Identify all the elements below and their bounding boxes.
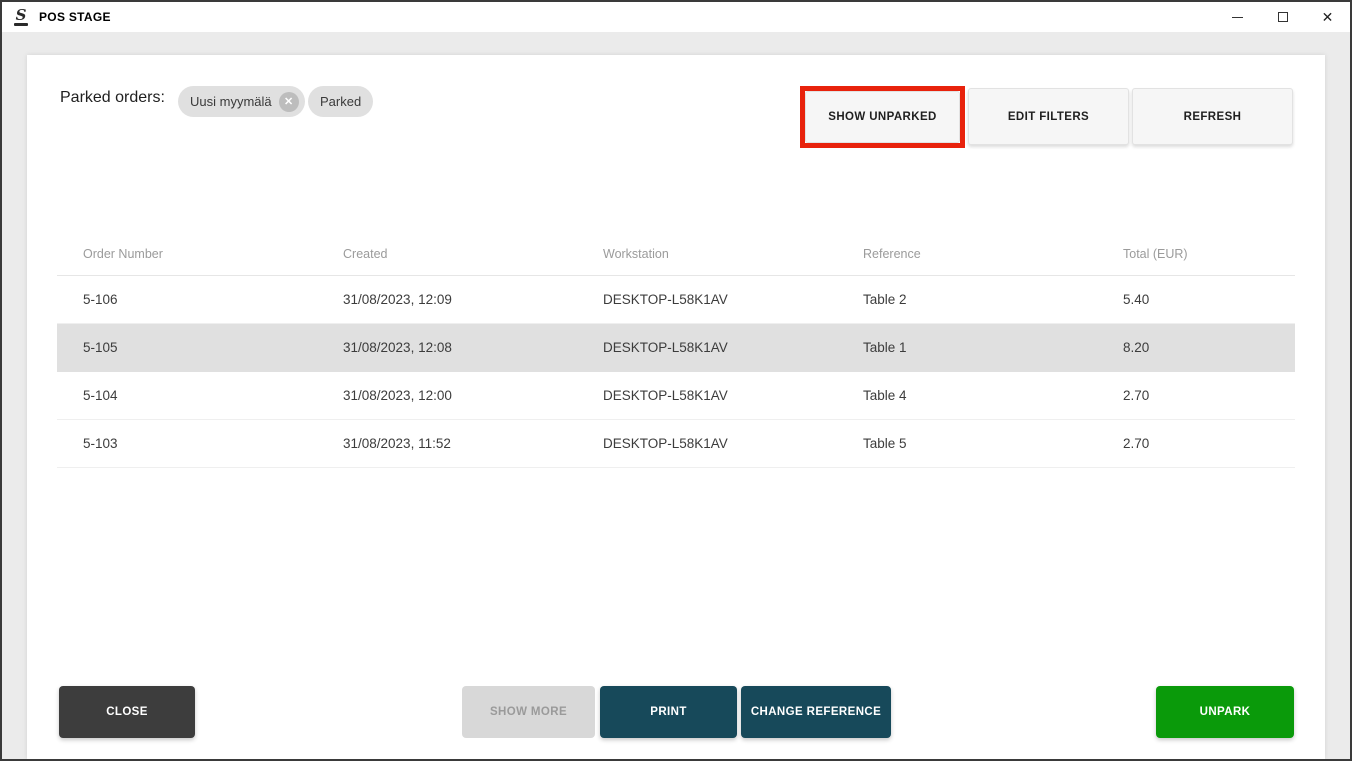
column-header-workstation: Workstation	[603, 247, 669, 261]
cell-workstation: DESKTOP-L58K1AV	[603, 292, 728, 307]
print-button[interactable]: PRINT	[600, 686, 737, 738]
table-row-selected[interactable]: 5-105 31/08/2023, 12:08 DESKTOP-L58K1AV …	[57, 324, 1295, 372]
cell-order-number: 5-103	[83, 436, 118, 451]
cell-created: 31/08/2023, 11:52	[343, 436, 451, 451]
cell-created: 31/08/2023, 12:09	[343, 292, 452, 307]
cell-workstation: DESKTOP-L58K1AV	[603, 340, 728, 355]
close-icon: ✕	[1321, 9, 1334, 25]
column-header-total: Total (EUR)	[1123, 247, 1188, 261]
show-more-button: SHOW MORE	[462, 686, 595, 738]
column-header-reference: Reference	[863, 247, 921, 261]
cell-reference: Table 1	[863, 340, 907, 355]
minimize-button[interactable]	[1215, 2, 1260, 32]
maximize-icon	[1277, 12, 1288, 22]
table-row[interactable]: 5-106 31/08/2023, 12:09 DESKTOP-L58K1AV …	[57, 276, 1295, 324]
filter-chip-store[interactable]: Uusi myymälä ✕	[178, 86, 305, 117]
show-unparked-button[interactable]: SHOW UNPARKED	[805, 91, 960, 143]
window-title: POS STAGE	[39, 10, 111, 24]
table-row[interactable]: 5-104 31/08/2023, 12:00 DESKTOP-L58K1AV …	[57, 372, 1295, 420]
maximize-button[interactable]	[1260, 2, 1305, 32]
cell-total: 2.70	[1123, 388, 1150, 403]
parked-orders-panel: Parked orders: Uusi myymälä ✕ Parked SHO…	[27, 55, 1325, 759]
close-button[interactable]: CLOSE	[59, 686, 195, 738]
window-controls: ✕	[1215, 2, 1350, 32]
cell-created: 31/08/2023, 12:00	[343, 388, 452, 403]
filter-chip-parked[interactable]: Parked	[308, 86, 374, 117]
cell-reference: Table 4	[863, 388, 907, 403]
minimize-icon	[1232, 16, 1243, 18]
change-reference-button[interactable]: CHANGE REFERENCE	[741, 686, 891, 738]
edit-filters-button[interactable]: EDIT FILTERS	[968, 88, 1129, 145]
app-window: S POS STAGE ✕ Parked orders: Uusi myymäl…	[0, 0, 1352, 761]
app-body: Parked orders: Uusi myymälä ✕ Parked SHO…	[2, 32, 1350, 759]
cell-total: 2.70	[1123, 436, 1150, 451]
refresh-button[interactable]: REFRESH	[1132, 88, 1293, 145]
column-header-order-number: Order Number	[83, 247, 163, 261]
table-header-row: Order Number Created Workstation Referen…	[57, 233, 1295, 276]
cell-order-number: 5-105	[83, 340, 118, 355]
cell-reference: Table 2	[863, 292, 907, 307]
cell-total: 5.40	[1123, 292, 1150, 307]
page-title: Parked orders:	[60, 89, 165, 106]
close-window-button[interactable]: ✕	[1305, 2, 1350, 32]
cell-reference: Table 5	[863, 436, 907, 451]
remove-filter-icon[interactable]: ✕	[278, 91, 299, 112]
table-row[interactable]: 5-103 31/08/2023, 11:52 DESKTOP-L58K1AV …	[57, 420, 1295, 468]
cell-workstation: DESKTOP-L58K1AV	[603, 436, 728, 451]
cell-order-number: 5-104	[83, 388, 118, 403]
cell-created: 31/08/2023, 12:08	[343, 340, 452, 355]
cell-workstation: DESKTOP-L58K1AV	[603, 388, 728, 403]
unpark-button[interactable]: UNPARK	[1156, 686, 1294, 738]
cell-total: 8.20	[1123, 340, 1150, 355]
filter-chip-store-label: Uusi myymälä	[190, 94, 272, 109]
column-header-created: Created	[343, 247, 388, 261]
filter-chip-parked-label: Parked	[320, 94, 362, 109]
show-unparked-highlight-box: SHOW UNPARKED	[800, 86, 965, 148]
orders-table: Order Number Created Workstation Referen…	[57, 233, 1295, 468]
app-logo-icon: S	[14, 5, 28, 26]
cell-order-number: 5-106	[83, 292, 118, 307]
title-bar: S POS STAGE ✕	[2, 2, 1350, 32]
